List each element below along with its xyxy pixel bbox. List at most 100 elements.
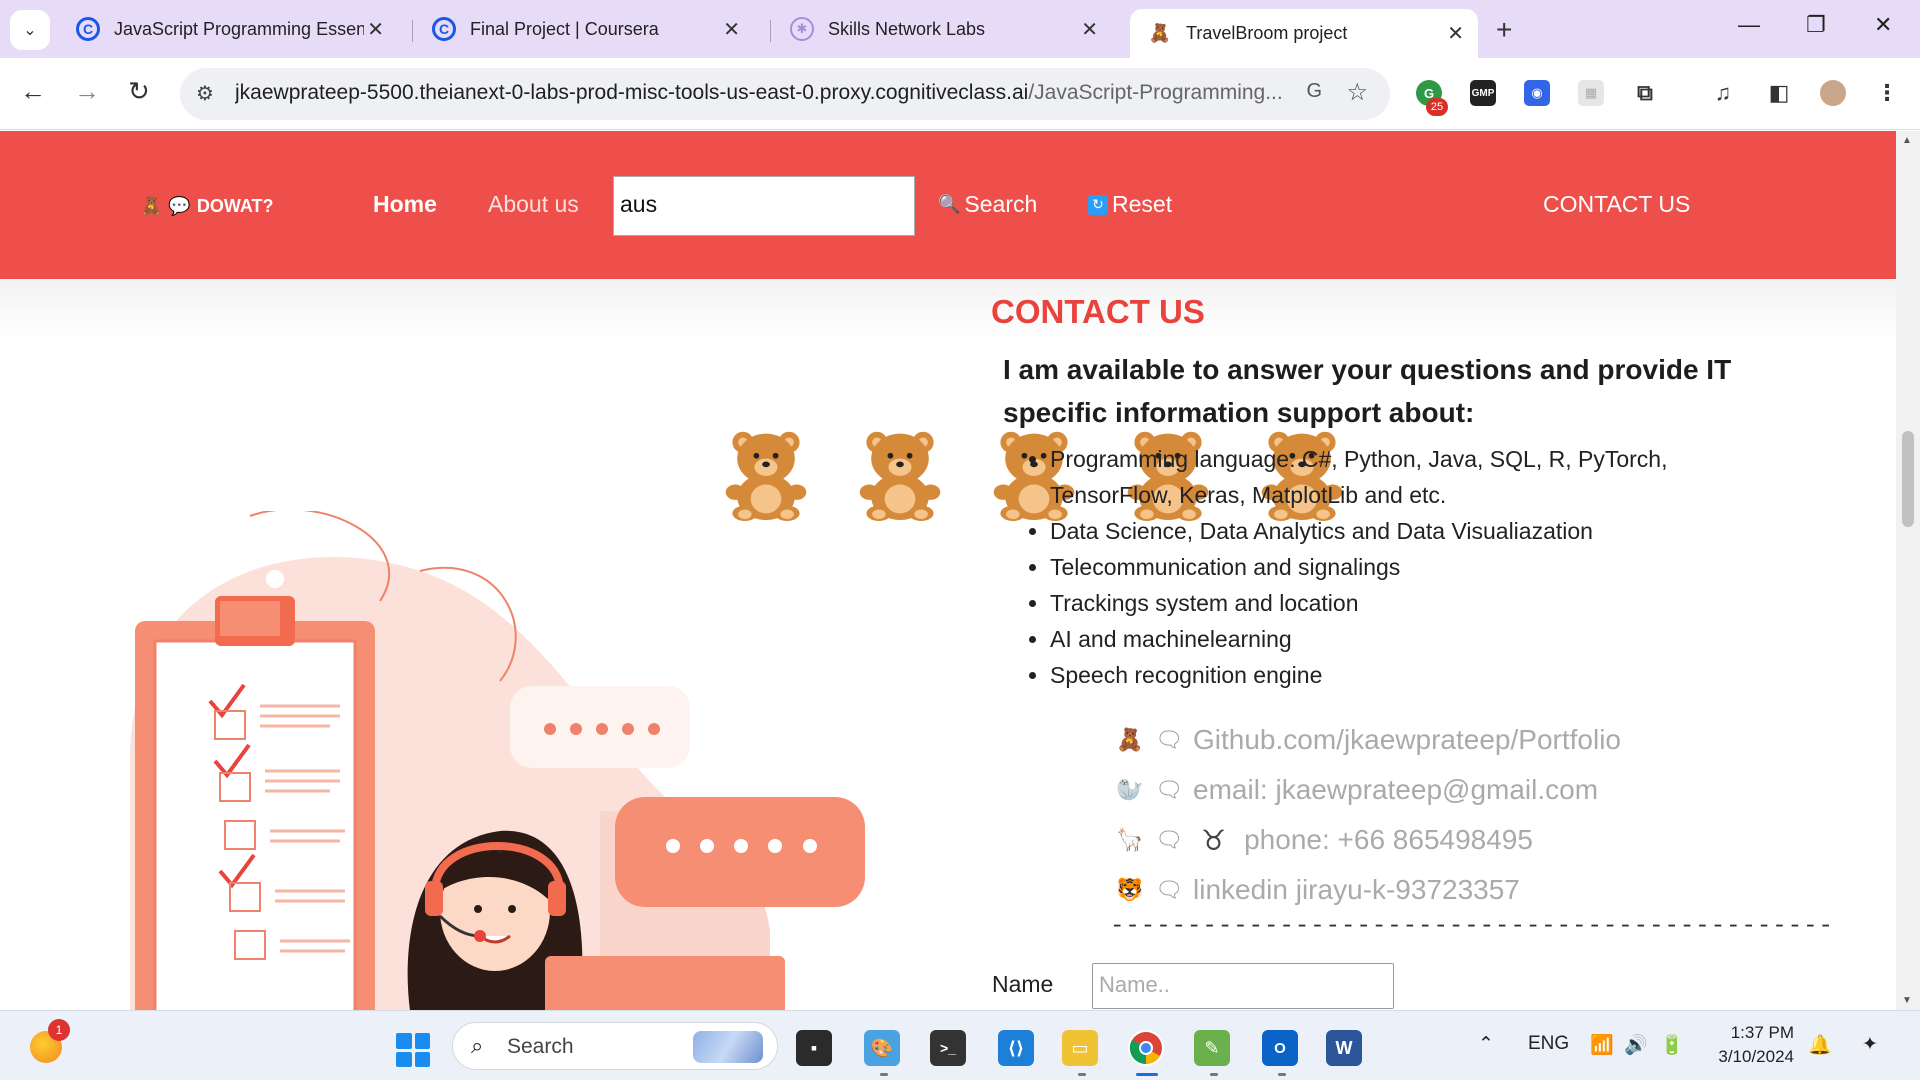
url-path: /JavaScript-Programming... — [1028, 81, 1283, 104]
vscode-app-icon[interactable]: ⟨⟩ — [998, 1030, 1034, 1066]
tab-strip: ⌄ C JavaScript Programming Essenti ✕ C F… — [0, 0, 1920, 58]
speech-bubble-icon: 🗨 — [1155, 827, 1183, 852]
tab-title: Final Project | Coursera — [470, 18, 659, 39]
system-clock[interactable]: 1:37 PM 3/10/2024 — [1702, 1021, 1794, 1069]
reset-button[interactable]: ↻ Reset — [1088, 191, 1172, 218]
chrome-logo — [1129, 1032, 1162, 1065]
media-control-icon[interactable]: ♫ — [1710, 80, 1736, 106]
terminal-app-icon[interactable]: >_ — [930, 1030, 966, 1066]
reset-button-label: Reset — [1112, 191, 1173, 217]
minimize-icon[interactable]: — — [1738, 12, 1760, 38]
word-app-icon[interactable]: W — [1326, 1030, 1362, 1066]
file-explorer-icon[interactable]: ▭ — [1062, 1030, 1098, 1066]
email-link-text: email: jkaewprateep@gmail.com — [1193, 774, 1599, 805]
skills-network-icon: ✱ — [790, 17, 814, 41]
chrome-app-icon[interactable] — [1128, 1030, 1164, 1066]
start-button[interactable] — [396, 1033, 430, 1067]
close-icon[interactable]: ✕ — [723, 17, 740, 42]
header-shadow — [0, 279, 1896, 339]
tiger-icon: 🐯 — [1116, 877, 1144, 902]
translate-icon[interactable]: G — [1306, 80, 1322, 103]
name-input[interactable]: Name.. — [1092, 963, 1394, 1009]
task-view-icon[interactable]: ▪ — [796, 1030, 832, 1066]
close-icon[interactable]: ✕ — [1447, 21, 1464, 46]
phone-link[interactable]: 🦙 🗨 ♉ phone: +66 865498495 — [1115, 815, 1621, 865]
volume-icon[interactable]: 🔊 — [1624, 1033, 1648, 1057]
windows-logo-tile — [396, 1033, 412, 1049]
menu-kebab-icon[interactable]: ⋮ — [1874, 80, 1900, 106]
windows-logo-tile — [414, 1051, 430, 1067]
scroll-up-icon[interactable]: ▲ — [1902, 135, 1912, 146]
search-button[interactable]: 🔍 Search — [938, 191, 1037, 218]
paint-app-icon[interactable]: 🎨 — [864, 1030, 900, 1066]
forward-icon[interactable]: → — [74, 76, 100, 107]
address-bar[interactable]: ⚙ jkaewprateep-5500.theianext-0-labs-pro… — [180, 68, 1390, 120]
running-indicator — [1078, 1073, 1086, 1076]
scrollbar-thumb[interactable] — [1902, 431, 1914, 527]
new-tab-button[interactable]: + — [1496, 14, 1512, 46]
windows-taskbar: 1 ⌕ Search ▪ 🎨 >_ ⟨⟩ ▭ ✎ O W ⌃ ENG 📶 🔊 🔋… — [0, 1010, 1920, 1080]
list-item: Speech recognition engine — [1050, 657, 1770, 693]
outlook-app-icon[interactable]: O — [1262, 1030, 1298, 1066]
profile-avatar[interactable] — [1820, 80, 1846, 106]
notification-icon[interactable]: 🔔 — [1808, 1033, 1832, 1057]
back-icon[interactable]: ← — [20, 76, 46, 107]
teddy-bear-icon — [725, 431, 807, 521]
close-window-icon[interactable]: ✕ — [1874, 12, 1892, 38]
nav-home-link[interactable]: Home — [373, 191, 437, 218]
bookmark-star-icon[interactable]: ☆ — [1346, 78, 1368, 107]
tab-javascript-essentials[interactable]: C JavaScript Programming Essenti ✕ — [58, 9, 398, 49]
github-link[interactable]: 🧸 🗨 Github.com/jkaewprateep/Portfolio — [1115, 715, 1621, 765]
copilot-icon[interactable]: ✦ — [1862, 1033, 1878, 1056]
grammarly-badge: 25 — [1426, 98, 1448, 116]
search-input[interactable]: aus — [613, 176, 915, 236]
site-logo[interactable]: 🧸 💬 DOWAT? — [140, 196, 274, 217]
taskbar-search[interactable]: ⌕ Search — [452, 1022, 778, 1070]
page-scrollbar[interactable]: ▲ ▼ — [1896, 131, 1920, 1010]
battery-icon[interactable]: 🔋 — [1660, 1033, 1684, 1057]
linkedin-link-text: linkedin jirayu-k-93723357 — [1193, 874, 1520, 905]
show-hidden-icons[interactable]: ⌃ — [1478, 1033, 1494, 1056]
contact-intro: I am available to answer your questions … — [1003, 354, 1732, 428]
reset-icon: ↻ — [1088, 194, 1108, 215]
restore-icon[interactable]: ❐ — [1806, 12, 1826, 38]
side-panel-icon[interactable]: ◧ — [1766, 80, 1792, 106]
tab-final-project[interactable]: C Final Project | Coursera ✕ — [414, 9, 754, 49]
nav-contact-link[interactable]: CONTACT US — [1543, 191, 1690, 218]
url-host: jkaewprateep-5500.theianext-0-labs-prod-… — [235, 81, 1029, 104]
seal-icon: 🦭 — [1116, 777, 1144, 802]
windows-logo-tile — [396, 1051, 412, 1067]
clock-date: 3/10/2024 — [1718, 1047, 1794, 1066]
email-link[interactable]: 🦭 🗨 email: jkaewprateep@gmail.com — [1115, 765, 1621, 815]
tab-title: TravelBroom project — [1186, 23, 1348, 43]
tab-skills-network[interactable]: ✱ Skills Network Labs ✕ — [772, 9, 1112, 49]
close-icon[interactable]: ✕ — [367, 17, 384, 42]
phone-link-text: phone: +66 865498495 — [1244, 824, 1533, 855]
tab-search-button[interactable]: ⌄ — [10, 10, 50, 50]
site-info-icon[interactable]: ⚙ — [196, 81, 214, 106]
weather-badge: 1 — [48, 1019, 70, 1041]
gmp-extension-icon[interactable]: GMP — [1470, 80, 1496, 106]
linkedin-link[interactable]: 🐯 🗨 linkedin jirayu-k-93723357 — [1115, 865, 1621, 915]
tab-travelbroom[interactable]: 🧸 TravelBroom project ✕ — [1130, 9, 1478, 58]
running-indicator — [1278, 1073, 1286, 1076]
bear-icon: 🧸 — [140, 196, 163, 216]
coursera-icon: C — [76, 17, 100, 41]
wifi-icon[interactable]: 📶 — [1590, 1033, 1614, 1057]
screenshot-extension-icon[interactable]: ◉ — [1524, 80, 1550, 106]
search-icon: ⌕ — [471, 1033, 484, 1058]
reload-icon[interactable]: ↻ — [128, 76, 150, 107]
scroll-down-icon[interactable]: ▼ — [1902, 995, 1912, 1006]
github-link-text: Github.com/jkaewprateep/Portfolio — [1193, 724, 1621, 755]
extension-icon[interactable]: ▦ — [1578, 80, 1604, 106]
speech-bubble-icon: 💬 — [168, 196, 191, 216]
close-icon[interactable]: ✕ — [1081, 17, 1098, 42]
nav-about-link[interactable]: About us — [488, 191, 579, 218]
dashed-divider: ----------------------------------------… — [1110, 913, 1834, 940]
url-text[interactable]: jkaewprateep-5500.theianext-0-labs-prod-… — [235, 81, 1285, 105]
notepad-app-icon[interactable]: ✎ — [1194, 1030, 1230, 1066]
running-indicator — [1210, 1073, 1218, 1076]
language-indicator[interactable]: ENG — [1528, 1033, 1569, 1055]
puzzle-extensions-icon[interactable]: ⧉ — [1632, 80, 1658, 106]
search-highlight-image — [693, 1031, 763, 1063]
